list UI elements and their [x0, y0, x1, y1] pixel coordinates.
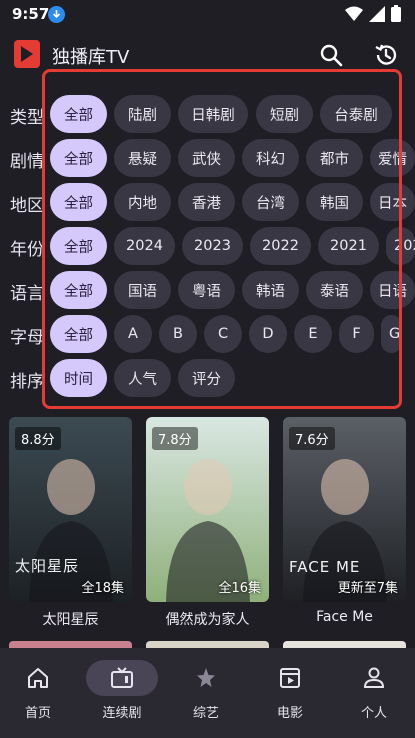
filter-row-language: 语言 全部 国语 粤语 韩语 泰语 日语: [0, 271, 415, 311]
episode-count: 更新至7集: [337, 581, 398, 596]
home-icon: [28, 668, 48, 688]
filter-chip-region-3[interactable]: 台湾: [242, 183, 299, 221]
nav-variety[interactable]: 综艺: [168, 648, 251, 738]
battery-icon: [391, 5, 401, 22]
nav-label-profile: 个人: [360, 706, 387, 721]
signal-icon: [369, 5, 385, 22]
rating-badge: 7.6分: [289, 427, 335, 450]
episode-count: 全18集: [81, 581, 124, 596]
filter-label-region: 地区: [10, 196, 44, 216]
nav-profile[interactable]: 个人: [336, 648, 415, 738]
episode-count: 全16集: [218, 581, 261, 596]
poster-text: FACE ME: [289, 558, 361, 576]
person-icon: [363, 667, 385, 688]
filter-label-plot: 剧情: [10, 152, 44, 172]
app-logo-icon: [14, 40, 40, 68]
filter-row-year: 年份全部20242023202220212020: [0, 227, 415, 267]
star-icon: [197, 668, 215, 687]
nav-home[interactable]: 首页: [0, 648, 83, 738]
filter-chip-year-4[interactable]: 2021: [318, 227, 379, 265]
filter-chip-letter-3[interactable]: C: [204, 315, 242, 353]
filter-chip-letter-7[interactable]: G: [381, 315, 402, 353]
filter-chip-type-4[interactable]: 台泰剧: [320, 95, 392, 133]
filter-row-letter: 字母 全部 A B C D E F G: [0, 315, 415, 355]
filter-row-region: 地区 全部 内地 香港 台湾 韩国 日本: [0, 183, 415, 223]
rating-badge: 8.8分: [15, 427, 61, 450]
filter-row-type: 类型 全部 陆剧 日韩剧 短剧 台泰剧: [0, 95, 415, 135]
filter-chip-region-2[interactable]: 香港: [178, 183, 235, 221]
app-title: 独播库TV: [52, 47, 130, 68]
poster-text: 太阳星辰: [15, 557, 80, 575]
nav-label-movie: 电影: [276, 706, 303, 721]
nav-label-variety: 综艺: [192, 706, 219, 721]
search-icon[interactable]: [318, 42, 344, 68]
tv-icon: [111, 667, 133, 688]
filter-chip-plot-1[interactable]: 悬疑: [114, 139, 171, 177]
filter-chip-letter-1[interactable]: A: [114, 315, 152, 353]
rating-badge: 7.8分: [152, 427, 198, 450]
filter-chip-plot-0[interactable]: 全部: [50, 139, 107, 177]
filter-label-language: 语言: [10, 284, 44, 304]
filter-chip-letter-6[interactable]: F: [339, 315, 374, 353]
filter-chip-type-2[interactable]: 日韩剧: [178, 95, 248, 133]
filter-chip-language-2[interactable]: 粤语: [178, 271, 235, 309]
filter-chip-letter-0[interactable]: 全部: [50, 315, 107, 353]
filter-chip-year-2[interactable]: 2023: [182, 227, 243, 265]
filter-chip-letter-5[interactable]: E: [294, 315, 332, 353]
wifi-icon: [345, 6, 363, 21]
poster-image[interactable]: 7.6分 FACE ME 更新至7集: [283, 417, 406, 602]
filter-chip-plot-4[interactable]: 都市: [306, 139, 363, 177]
nav-label-home: 首页: [24, 706, 51, 721]
film-icon: [280, 668, 300, 688]
filter-row-sort: 排序 时间 人气 评分: [0, 359, 415, 399]
filter-chip-letter-2[interactable]: B: [159, 315, 197, 353]
nav-series[interactable]: 连续剧: [84, 648, 167, 738]
poster-image[interactable]: 7.8分全16集: [146, 417, 269, 602]
filter-label-letter: 字母: [10, 328, 44, 348]
filter-chip-type-0[interactable]: 全部: [50, 95, 107, 133]
history-icon[interactable]: [373, 42, 399, 68]
filter-chip-sort-0[interactable]: 时间: [50, 359, 107, 397]
filter-chip-year-3[interactable]: 2022: [250, 227, 311, 265]
filter-label-type: 类型: [10, 108, 44, 128]
filter-chip-language-1[interactable]: 国语: [114, 271, 171, 309]
filter-chip-type-3[interactable]: 短剧: [256, 95, 313, 133]
card-title[interactable]: 太阳星辰: [9, 609, 132, 629]
filter-chip-language-3[interactable]: 韩语: [242, 271, 299, 309]
filter-row-plot: 剧情 全部 悬疑 武侠 科幻 都市 爱情: [0, 139, 415, 179]
filter-chip-year-5[interactable]: 2020: [386, 227, 415, 265]
filter-chip-letter-4[interactable]: D: [249, 315, 287, 353]
filter-chip-year-1[interactable]: 2024: [114, 227, 175, 265]
card-title[interactable]: Face Me: [283, 609, 406, 625]
filter-chip-language-4[interactable]: 泰语: [306, 271, 363, 309]
filter-chip-plot-5[interactable]: 爱情: [370, 139, 415, 177]
filter-chip-region-4[interactable]: 韩国: [306, 183, 363, 221]
poster-image[interactable]: 8.8分太阳星辰 全18集: [9, 417, 132, 602]
filter-chip-region-0[interactable]: 全部: [50, 183, 107, 221]
filter-chip-plot-2[interactable]: 武侠: [178, 139, 235, 177]
nav-movie[interactable]: 电影: [252, 648, 335, 738]
bottom-nav: 首页 连续剧 综艺 电影 个人: [0, 648, 415, 738]
card-title[interactable]: 偶然成为家人: [146, 609, 269, 629]
filter-chip-plot-3[interactable]: 科幻: [242, 139, 299, 177]
filter-chip-sort-1[interactable]: 人气: [114, 359, 171, 397]
app-bar: 独播库TV: [0, 30, 415, 80]
status-bar: 9:57: [0, 0, 415, 30]
filter-chip-language-0[interactable]: 全部: [50, 271, 107, 309]
filter-label-year: 年份: [10, 240, 44, 260]
download-icon: [48, 6, 65, 23]
filter-chip-language-5[interactable]: 日语: [370, 271, 415, 309]
nav-label-series: 连续剧: [102, 706, 142, 721]
filter-chip-region-5[interactable]: 日本: [370, 183, 415, 221]
status-time: 9:57: [12, 5, 50, 23]
filter-chip-sort-2[interactable]: 评分: [178, 359, 235, 397]
filter-chip-region-1[interactable]: 内地: [114, 183, 171, 221]
filter-chip-type-1[interactable]: 陆剧: [114, 95, 171, 133]
filter-chip-year-0[interactable]: 全部: [50, 227, 107, 265]
filter-label-sort: 排序: [10, 372, 44, 392]
